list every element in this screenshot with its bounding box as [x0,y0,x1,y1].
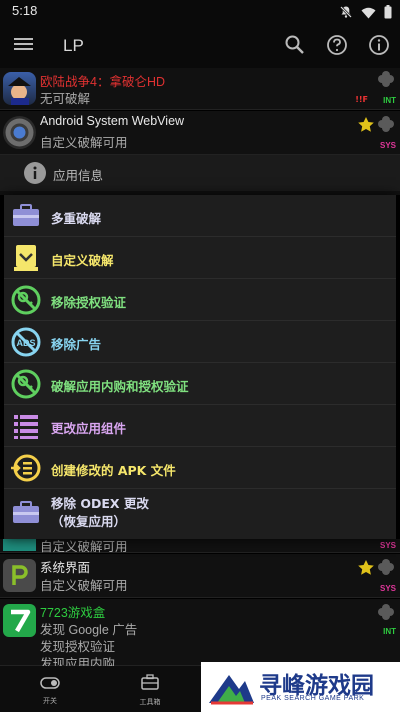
toolbox-icon [141,674,159,694]
info-icon[interactable] [368,34,390,60]
toolbox-icon [10,200,42,232]
battery-icon [384,4,392,23]
menu-label: 多重破解 [51,211,102,226]
menu-label: 创建修改的 APK 文件 [51,463,176,478]
info-circle-icon [23,161,47,189]
menu-item-patch-iap-license[interactable]: 破解应用内购和授权验证 [4,363,396,405]
menu-item-change-components[interactable]: 更改应用组件 [4,405,396,447]
app-name: 系统界面 [40,561,91,575]
nav-toolbox[interactable]: 工具箱 [120,674,180,707]
app-tag: SYS [379,584,396,593]
create-apk-icon [10,452,42,484]
wifi-icon [361,4,376,23]
app-icon [3,116,36,149]
custom-patch-icon [10,242,42,274]
app-icon [3,72,36,105]
menu-item-remove-license[interactable]: 移除授权验证 [4,279,396,321]
menu-icon[interactable] [14,36,34,56]
search-icon[interactable] [284,34,306,60]
app-tag: INT [383,96,396,105]
clover-icon [377,558,395,580]
no-license-icon [10,284,42,316]
list-item[interactable]: Android System WebView 自定义破解可用 SYS [0,111,400,155]
star-icon [357,559,375,581]
app-bar: LP [0,24,400,68]
clover-icon [377,115,395,137]
menu-label: 更改应用组件 [51,421,127,436]
menu-item-custom-patch[interactable]: 自定义破解 [4,237,396,279]
nav-switches[interactable]: 开关 [20,674,80,706]
brand-tagline: PEAK SEARCH GAME PARK [261,695,365,702]
nav-label: 开关 [43,697,57,705]
bell-off-icon [339,4,353,23]
menu-label: 破解应用内购和授权验证 [51,379,189,394]
menu-label: 移除 ODEX 更改 [51,496,149,511]
clover-icon [377,603,395,625]
no-license-icon [10,368,42,400]
app-title: LP [63,36,84,55]
list-item[interactable]: 系统界面 自定义破解可用 SYS [0,554,400,598]
app-info-label: 应用信息 [53,169,104,183]
menu-label: 移除授权验证 [51,295,127,310]
menu-sublabel: （恢复应用） [51,514,127,529]
app-status: 自定义破解可用 [40,579,128,593]
list-item[interactable]: 7723游戏盒 发现 Google 广告 发现授权验证 发现应用内购 INT [0,599,400,671]
help-icon[interactable] [326,34,348,60]
context-menu: 多重破解 自定义破解 移除授权验证 ADS 移除广告 破解应用内购和授权验证 更… [4,195,396,539]
app-icon [3,539,36,551]
status-time: 5:18 [12,3,38,18]
brand-logo [207,669,255,711]
components-icon [10,410,42,442]
list-item[interactable]: 欧陆战争4：拿破仑HD 无可破解 !!F INT [0,68,400,110]
app-icon [3,604,36,637]
brand-watermark: 寻峰游戏园 PEAK SEARCH GAME PARK [201,662,400,712]
menu-label: 移除广告 [51,337,102,352]
app-info-bar[interactable]: 应用信息 [0,155,400,191]
app-icon [3,559,36,592]
menu-item-remove-ads[interactable]: ADS 移除广告 [4,321,396,363]
app-status: 自定义破解可用 [40,136,128,150]
menu-item-remove-odex[interactable]: 移除 ODEX 更改 （恢复应用） [4,489,396,539]
menu-item-create-apk[interactable]: 创建修改的 APK 文件 [4,447,396,489]
star-icon [357,116,375,138]
app-status: 无可破解 [40,92,91,106]
toggle-icon [40,674,60,693]
nav-label: 工具箱 [139,698,161,706]
app-tag: SYS [379,141,396,150]
no-ads-icon: ADS [10,326,42,358]
list-item[interactable]: 自定义破解可用 SYS [0,539,400,554]
menu-label: 自定义破解 [51,253,114,268]
status-bar: 5:18 [0,0,400,24]
clover-icon [377,70,395,92]
app-tag: INT [383,627,396,636]
menu-item-multi-patch[interactable]: 多重破解 [4,195,396,237]
toolbox-icon [10,497,42,529]
app-flag: !!F [355,95,368,104]
app-name: Android System WebView [40,114,185,128]
app-tag: SYS [379,541,396,550]
